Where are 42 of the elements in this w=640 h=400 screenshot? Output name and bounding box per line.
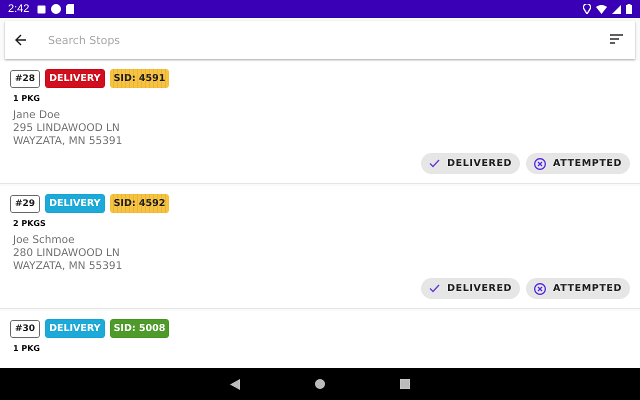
back-icon[interactable] bbox=[230, 378, 240, 390]
check-icon bbox=[429, 284, 440, 293]
stop-number: #30 bbox=[10, 320, 40, 338]
sid-tag: SID: 4591 bbox=[110, 69, 170, 88]
clock-time: 2:42 bbox=[8, 3, 30, 15]
attempted-button[interactable]: ATTEMPTED bbox=[526, 153, 630, 174]
cancel-circle-icon bbox=[534, 282, 546, 294]
search-field[interactable]: Search Stops bbox=[5, 21, 635, 59]
stop-number: #28 bbox=[10, 70, 40, 88]
sid-tag: SID: 5008 bbox=[110, 319, 170, 338]
back-arrow-icon[interactable] bbox=[15, 34, 27, 46]
package-count: 1 PKG bbox=[13, 344, 41, 353]
circle-icon bbox=[51, 4, 62, 14]
address-line: WAYZATA, MN 55391 bbox=[13, 135, 124, 148]
stop-card[interactable]: #28 DELIVERY SID: 4591 1 PKG Jane Doe 295 LINDAWOOD LN WAYZATA, MN 55391 DELIVERED ATTEMPTED bbox=[0, 61, 640, 184]
stop-type-tag: DELIVERY bbox=[45, 69, 105, 88]
battery-icon bbox=[626, 4, 632, 14]
stop-type-tag: DELIVERY bbox=[45, 319, 105, 338]
stop-number: #29 bbox=[10, 194, 40, 212]
delivered-button[interactable]: DELIVERED bbox=[421, 278, 520, 299]
package-count: 1 PKG bbox=[13, 94, 41, 103]
sd-card-icon bbox=[66, 4, 74, 14]
customer-name: Jane Doe bbox=[13, 109, 61, 122]
sort-icon[interactable] bbox=[610, 34, 623, 44]
signal-icon bbox=[612, 4, 621, 14]
customer-name: Joe Schmoe bbox=[13, 234, 76, 247]
stop-type-tag: DELIVERY bbox=[45, 194, 105, 213]
wifi-icon bbox=[596, 4, 607, 14]
address-line: 295 LINDAWOOD LN bbox=[13, 122, 121, 135]
address-line: 280 LINDAWOOD LN bbox=[13, 247, 121, 260]
package-count: 2 PKGS bbox=[13, 219, 47, 228]
cancel-circle-icon bbox=[534, 158, 546, 170]
location-icon bbox=[583, 4, 591, 14]
delivered-button[interactable]: DELIVERED bbox=[421, 153, 520, 174]
home-icon[interactable] bbox=[315, 379, 325, 389]
check-icon bbox=[429, 159, 440, 168]
sid-tag: SID: 4592 bbox=[110, 194, 170, 213]
stop-card[interactable]: #30 DELIVERY SID: 5008 1 PKG bbox=[0, 311, 640, 368]
notification-icon bbox=[37, 4, 46, 14]
stop-card[interactable]: #29 DELIVERY SID: 4592 2 PKGS Joe Schmoe 280 LINDAWOOD LN WAYZATA, MN 55391 DELIVERED ATTEMPTED bbox=[0, 186, 640, 309]
attempted-button[interactable]: ATTEMPTED bbox=[526, 278, 630, 299]
address-line: WAYZATA, MN 55391 bbox=[13, 260, 124, 273]
